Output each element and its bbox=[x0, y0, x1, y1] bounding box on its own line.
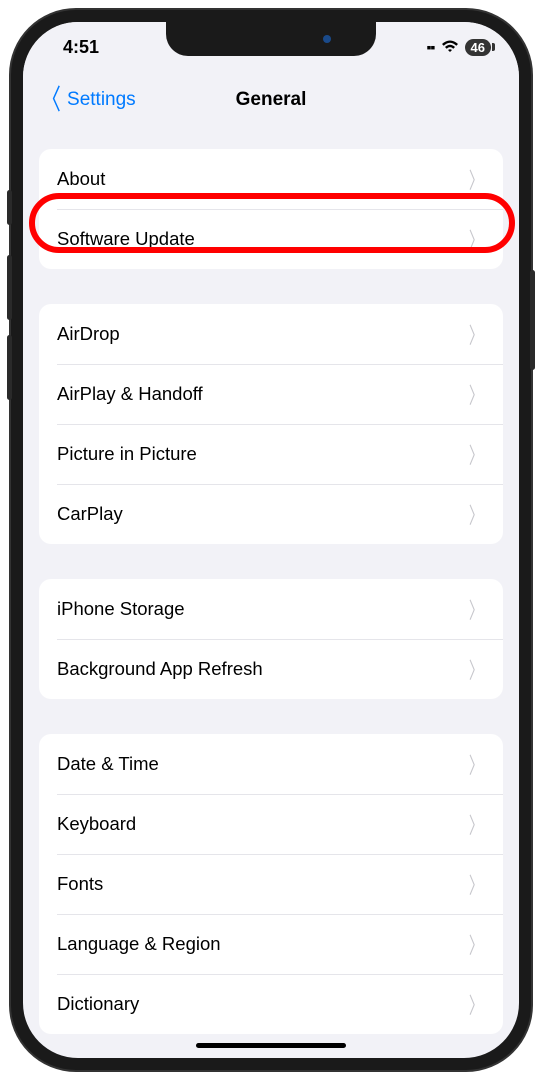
row-carplay[interactable]: CarPlay 〉 bbox=[39, 484, 503, 544]
notch bbox=[166, 22, 376, 56]
chevron-left-icon: 〈 bbox=[41, 86, 61, 114]
row-label: Software Update bbox=[57, 228, 195, 250]
row-software-update[interactable]: Software Update 〉 bbox=[39, 209, 503, 269]
chevron-right-icon: 〉 bbox=[469, 438, 483, 470]
page-title: General bbox=[236, 89, 307, 111]
power-button bbox=[530, 270, 535, 370]
silence-switch bbox=[7, 190, 12, 225]
row-dictionary[interactable]: Dictionary 〉 bbox=[39, 974, 503, 1034]
back-button[interactable]: 〈 Settings bbox=[23, 86, 136, 114]
chevron-right-icon: 〉 bbox=[469, 318, 483, 350]
row-date-time[interactable]: Date & Time 〉 bbox=[39, 734, 503, 794]
chevron-right-icon: 〉 bbox=[469, 223, 483, 255]
status-right: ▪▪ 46 bbox=[427, 39, 491, 56]
row-keyboard[interactable]: Keyboard 〉 bbox=[39, 794, 503, 854]
cellular-icon: ▪▪ bbox=[427, 39, 435, 55]
row-background-app-refresh[interactable]: Background App Refresh 〉 bbox=[39, 639, 503, 699]
row-language-region[interactable]: Language & Region 〉 bbox=[39, 914, 503, 974]
content: About 〉 Software Update 〉 AirDrop 〉 bbox=[23, 127, 519, 1058]
screen: 4:51 ▪▪ 46 〈 Settings General About bbox=[23, 22, 519, 1058]
row-airplay-handoff[interactable]: AirPlay & Handoff 〉 bbox=[39, 364, 503, 424]
row-about[interactable]: About 〉 bbox=[39, 149, 503, 209]
nav-header: 〈 Settings General bbox=[23, 72, 519, 127]
chevron-right-icon: 〉 bbox=[469, 653, 483, 685]
row-label: About bbox=[57, 168, 105, 190]
row-label: AirDrop bbox=[57, 323, 120, 345]
volume-down-button bbox=[7, 335, 12, 400]
row-label: CarPlay bbox=[57, 503, 123, 525]
row-label: Background App Refresh bbox=[57, 658, 263, 680]
row-label: Picture in Picture bbox=[57, 443, 197, 465]
battery-icon: 46 bbox=[465, 39, 491, 56]
chevron-right-icon: 〉 bbox=[469, 378, 483, 410]
camera-dot bbox=[323, 35, 331, 43]
wifi-icon bbox=[441, 40, 459, 54]
settings-group: About 〉 Software Update 〉 bbox=[39, 149, 503, 269]
row-label: Keyboard bbox=[57, 813, 136, 835]
row-picture-in-picture[interactable]: Picture in Picture 〉 bbox=[39, 424, 503, 484]
chevron-right-icon: 〉 bbox=[469, 928, 483, 960]
battery-level: 46 bbox=[471, 40, 485, 55]
volume-up-button bbox=[7, 255, 12, 320]
row-label: Date & Time bbox=[57, 753, 159, 775]
chevron-right-icon: 〉 bbox=[469, 748, 483, 780]
row-fonts[interactable]: Fonts 〉 bbox=[39, 854, 503, 914]
chevron-right-icon: 〉 bbox=[469, 163, 483, 195]
chevron-right-icon: 〉 bbox=[469, 498, 483, 530]
phone-frame: 4:51 ▪▪ 46 〈 Settings General About bbox=[11, 10, 531, 1070]
row-iphone-storage[interactable]: iPhone Storage 〉 bbox=[39, 579, 503, 639]
settings-group: Date & Time 〉 Keyboard 〉 Fonts 〉 Languag… bbox=[39, 734, 503, 1034]
back-label: Settings bbox=[67, 89, 136, 111]
row-label: Language & Region bbox=[57, 933, 221, 955]
settings-group: iPhone Storage 〉 Background App Refresh … bbox=[39, 579, 503, 699]
chevron-right-icon: 〉 bbox=[469, 868, 483, 900]
row-label: AirPlay & Handoff bbox=[57, 383, 203, 405]
home-indicator[interactable] bbox=[196, 1043, 346, 1048]
settings-group: AirDrop 〉 AirPlay & Handoff 〉 Picture in… bbox=[39, 304, 503, 544]
row-label: iPhone Storage bbox=[57, 598, 185, 620]
chevron-right-icon: 〉 bbox=[469, 988, 483, 1020]
row-airdrop[interactable]: AirDrop 〉 bbox=[39, 304, 503, 364]
scroll-area[interactable]: About 〉 Software Update 〉 AirDrop 〉 bbox=[23, 127, 519, 1058]
row-label: Dictionary bbox=[57, 993, 139, 1015]
chevron-right-icon: 〉 bbox=[469, 593, 483, 625]
chevron-right-icon: 〉 bbox=[469, 808, 483, 840]
status-time: 4:51 bbox=[63, 37, 99, 58]
row-label: Fonts bbox=[57, 873, 103, 895]
